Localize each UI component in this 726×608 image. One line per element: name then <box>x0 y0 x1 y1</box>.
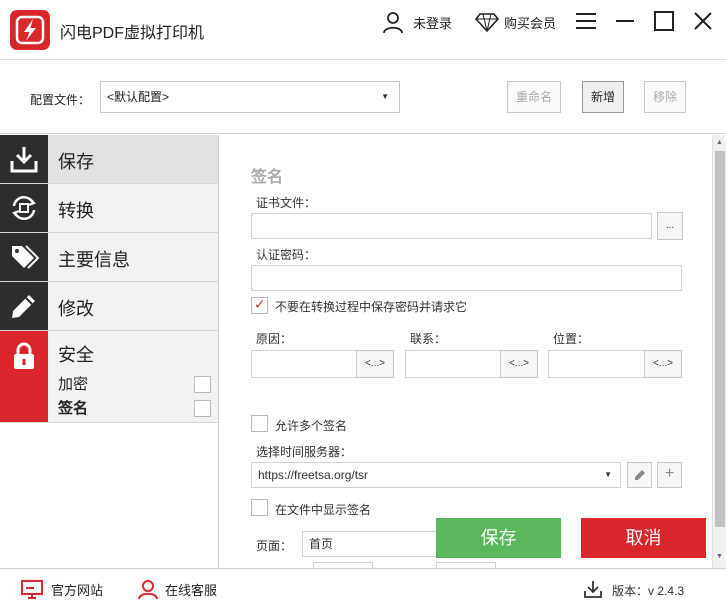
remove-button[interactable]: 移除 <box>644 81 686 113</box>
app-logo-icon <box>10 10 50 50</box>
section-title: 签名 <box>251 169 284 186</box>
sidebar-item-main-info[interactable]: 主要信息 <box>0 233 218 282</box>
maximize-button[interactable] <box>651 8 677 34</box>
menu-button[interactable] <box>573 8 599 34</box>
sidebar-subitem-signature[interactable]: 签名 <box>58 397 88 418</box>
service-label: 在线客服 <box>165 582 218 598</box>
title-bar: 闪电PDF虚拟打印机 未登录 购买会员 <box>0 0 726 60</box>
website-label: 官方网站 <box>51 582 104 598</box>
page-label: 页面： <box>256 539 293 553</box>
rename-button[interactable]: 重命名 <box>507 81 561 113</box>
online-service-link[interactable]: 在线客服 <box>137 579 218 600</box>
location-label: 位置： <box>553 332 590 346</box>
sidebar-item-label: 保存 <box>58 152 94 172</box>
reason-insert-button[interactable]: <...> <box>356 350 394 378</box>
reason-label: 原因： <box>256 332 293 346</box>
cancel-button[interactable]: 取消 <box>581 518 706 558</box>
maximize-icon <box>654 11 674 31</box>
support-agent-icon <box>137 579 159 600</box>
diamond-icon <box>474 10 500 34</box>
config-bar: 配置文件： <默认配置> ▼ 重命名 新增 移除 <box>0 60 726 134</box>
vip-label: 购买会员 <box>504 15 557 31</box>
config-selected-value: <默认配置> <box>107 90 170 104</box>
user-icon <box>381 10 407 34</box>
location-insert-button[interactable]: <...> <box>644 350 682 378</box>
no-save-password-checkbox[interactable] <box>251 296 268 314</box>
new-config-button[interactable]: 新增 <box>582 81 624 113</box>
time-server-select[interactable]: https://freetsa.org/tsr ▼ <box>251 462 621 488</box>
config-select[interactable]: <默认配置> ▼ <box>100 81 400 113</box>
lock-icon <box>0 331 48 422</box>
plus-icon: + <box>664 465 675 482</box>
sidebar-item-label: 修改 <box>58 299 94 319</box>
reason-input[interactable] <box>251 350 357 378</box>
contact-insert-button[interactable]: <...> <box>500 350 538 378</box>
hamburger-icon <box>576 13 596 29</box>
sidebar-item-label: 安全 <box>58 345 94 365</box>
page-select[interactable]: 首页 <box>302 531 452 557</box>
time-server-label: 选择时间服务器： <box>256 445 353 459</box>
contact-input[interactable] <box>405 350 501 378</box>
version-label: 版本：v 2.4.3 <box>612 584 685 598</box>
signature-checkbox[interactable] <box>194 400 211 417</box>
browse-button[interactable]: ... <box>657 212 683 240</box>
sidebar-item-modify[interactable]: 修改 <box>0 282 218 331</box>
sidebar-subitem-encrypt[interactable]: 加密 <box>58 373 88 394</box>
save-button[interactable]: 保存 <box>436 518 561 558</box>
sidebar-item-security[interactable]: 安全 加密 签名 <box>0 331 218 423</box>
pencil-icon <box>634 470 645 480</box>
time-server-value: https://freetsa.org/tsr <box>258 468 369 482</box>
allow-multiple-checkbox[interactable] <box>251 415 268 432</box>
show-signature-checkbox[interactable] <box>251 499 268 516</box>
app-title: 闪电PDF虚拟打印机 <box>60 25 205 42</box>
password-input[interactable] <box>251 265 682 291</box>
config-label: 配置文件： <box>30 93 91 107</box>
minimize-icon <box>616 20 634 22</box>
buy-vip-link[interactable]: 购买会员 <box>474 10 556 34</box>
cert-file-input[interactable] <box>251 213 652 239</box>
sidebar: 保存 转换 主要信息 修改 安全 加密 签名 <box>0 135 219 568</box>
footer: 官方网站 在线客服 版本：v 2.4.3 <box>0 568 726 608</box>
cert-file-label: 证书文件： <box>256 196 317 210</box>
allow-multiple-label: 允许多个签名 <box>275 419 348 433</box>
sidebar-item-convert[interactable]: 转换 <box>0 184 218 233</box>
official-website-link[interactable]: 官方网站 <box>20 579 103 599</box>
download-icon <box>0 135 48 183</box>
login-link[interactable]: 未登录 <box>381 10 452 34</box>
minimize-button[interactable] <box>612 8 638 34</box>
convert-icon <box>0 184 48 232</box>
contact-label: 联系： <box>410 332 447 346</box>
show-signature-label: 在文件中显示签名 <box>275 503 372 517</box>
encrypt-checkbox[interactable] <box>194 376 211 393</box>
password-label: 认证密码： <box>256 248 317 262</box>
pencil-icon <box>0 282 48 330</box>
signature-panel: 签名 证书文件： ... 认证密码： 不要在转换过程中保存密码并请求它 原因： … <box>220 135 712 568</box>
scrollbar[interactable]: ▲ ▼ <box>712 135 726 568</box>
scroll-up-icon[interactable]: ▲ <box>716 139 723 146</box>
no-save-password-label: 不要在转换过程中保存密码并请求它 <box>275 300 468 314</box>
sidebar-item-label: 主要信息 <box>58 250 130 270</box>
location-input[interactable] <box>548 350 645 378</box>
update-download-icon[interactable] <box>583 579 603 599</box>
add-server-button[interactable]: + <box>657 462 682 488</box>
close-button[interactable] <box>690 8 716 34</box>
tag-icon <box>0 233 48 281</box>
dropdown-arrow-icon: ▼ <box>604 470 612 479</box>
scroll-thumb[interactable] <box>715 151 725 527</box>
scroll-down-icon[interactable]: ▼ <box>716 553 723 560</box>
dropdown-arrow-icon: ▼ <box>381 92 389 101</box>
monitor-icon <box>20 579 44 599</box>
login-label: 未登录 <box>413 15 453 31</box>
edit-server-button[interactable] <box>627 462 652 488</box>
close-icon <box>694 12 712 30</box>
sidebar-item-save[interactable]: 保存 <box>0 135 218 184</box>
sidebar-item-label: 转换 <box>58 201 94 221</box>
